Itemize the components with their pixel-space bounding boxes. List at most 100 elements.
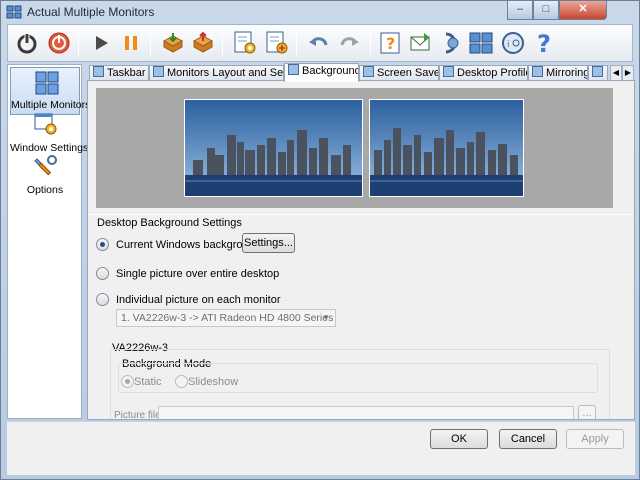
- sidebar-item-window-settings[interactable]: Window Settings: [10, 109, 88, 157]
- screen-saver-icon: [363, 66, 374, 77]
- app-icon: [6, 5, 22, 19]
- title-bar: Actual Multiple Monitors – □ ✕: [1, 1, 639, 23]
- monitor-select-value: 1. VA2226w-3 -> ATI Radeon HD 4800 Serie…: [121, 312, 334, 324]
- toolbar: ? i ?: [7, 24, 633, 62]
- toolbar-separator: [78, 29, 79, 57]
- help-button[interactable]: ?: [530, 27, 560, 59]
- power-icon: [17, 33, 37, 54]
- cancel-button[interactable]: Cancel: [499, 429, 557, 449]
- skyline-image-right: [370, 100, 523, 196]
- tab-label: Desktop Profiles: [457, 67, 527, 79]
- picture-file-label: Picture file:: [114, 410, 164, 420]
- import-button[interactable]: [158, 27, 188, 59]
- redo-icon: [340, 37, 359, 46]
- export-icon: [192, 31, 214, 53]
- tab-taskbar[interactable]: Taskbar: [89, 65, 149, 81]
- tab-label: Background: [302, 65, 359, 77]
- desktop-profiles-icon: [443, 66, 454, 77]
- help-question-button[interactable]: ?: [376, 27, 406, 59]
- layout-icon: [469, 32, 493, 54]
- radio-label-static: Static: [134, 376, 162, 388]
- background-panel: Desktop Background Settings Current Wind…: [87, 80, 635, 420]
- more-tab-icon: [592, 66, 603, 77]
- radio-label-slideshow: Slideshow: [188, 376, 239, 388]
- help-icon: ?: [537, 30, 551, 56]
- monitors-icon: [35, 71, 59, 95]
- monitor-1-preview[interactable]: [184, 99, 363, 197]
- monitor-select[interactable]: 1. VA2226w-3 -> ATI Radeon HD 4800 Serie…: [116, 309, 336, 327]
- radio-current-windows-background[interactable]: [96, 238, 109, 251]
- settings-button[interactable]: Settings...: [242, 233, 295, 253]
- tab-label: Monitors Layout and Settings: [167, 67, 284, 79]
- monitors-layout-icon: [153, 66, 164, 77]
- stop-icon: [48, 32, 70, 54]
- tab-scroll-right-icon[interactable]: ▶: [622, 65, 634, 81]
- toolbar-separator: [222, 29, 223, 57]
- redo-button[interactable]: [334, 27, 364, 59]
- maximize-button[interactable]: □: [533, 1, 559, 20]
- picture-file-input[interactable]: [158, 406, 574, 419]
- tab-background[interactable]: Background: [284, 63, 359, 82]
- pause-button[interactable]: [116, 27, 146, 59]
- tab-strip: Taskbar Monitors Layout and Settings Bac…: [87, 63, 635, 82]
- email-icon: [410, 33, 430, 51]
- tab-more[interactable]: [588, 65, 608, 81]
- toolbar-separator: [296, 29, 297, 57]
- tab-scroll-left-icon[interactable]: ◀: [610, 65, 622, 81]
- support-icon: [445, 32, 459, 54]
- svg-text:?: ?: [386, 34, 395, 53]
- stop-button[interactable]: [44, 27, 74, 59]
- radio-static[interactable]: [121, 375, 134, 388]
- email-button[interactable]: [406, 27, 436, 59]
- toolbar-separator: [150, 29, 151, 57]
- settings-load-button[interactable]: [262, 27, 292, 59]
- tab-label: Taskbar: [107, 67, 146, 79]
- dialog-button-bar: OK Cancel Apply: [7, 421, 635, 475]
- ok-button[interactable]: OK: [430, 429, 488, 449]
- tab-mirroring[interactable]: Mirroring: [528, 65, 588, 81]
- power-button[interactable]: [12, 27, 42, 59]
- play-button[interactable]: [86, 27, 116, 59]
- about-button[interactable]: i: [498, 27, 528, 59]
- sidebar: Multiple Monitors Window Settings Option…: [7, 64, 90, 419]
- tab-screen-saver[interactable]: Screen Saver: [359, 65, 439, 81]
- undo-button[interactable]: [304, 27, 334, 59]
- tab-label: Screen Saver: [377, 67, 439, 79]
- tab-desktop-profiles[interactable]: Desktop Profiles: [439, 65, 528, 81]
- layout-button[interactable]: [466, 27, 496, 59]
- minimize-button[interactable]: –: [507, 1, 533, 20]
- settings-save-button[interactable]: [230, 27, 260, 59]
- play-icon: [96, 36, 108, 50]
- undo-icon: [309, 37, 328, 46]
- sidebar-item-multiple-monitors[interactable]: Multiple Monitors: [10, 67, 90, 115]
- taskbar-icon: [93, 66, 104, 77]
- support-button[interactable]: [436, 27, 466, 59]
- chevron-down-icon: ▼: [322, 313, 330, 322]
- svg-text:i: i: [507, 40, 510, 50]
- close-button[interactable]: ✕: [559, 1, 607, 20]
- group-title-desktop-background: Desktop Background Settings: [97, 217, 242, 229]
- apply-button[interactable]: Apply: [566, 429, 624, 449]
- sidebar-item-options[interactable]: Options: [10, 151, 80, 199]
- mirroring-icon: [532, 66, 543, 77]
- radio-label-single-picture: Single picture over entire desktop: [116, 268, 280, 280]
- radio-label-individual-picture: Individual picture on each monitor: [116, 294, 281, 306]
- app-window: Actual Multiple Monitors – □ ✕ ? i ? Mul…: [0, 0, 640, 480]
- settings-load-icon: [266, 31, 288, 54]
- skyline-image-left: [185, 100, 362, 196]
- about-icon: i: [502, 32, 524, 54]
- radio-single-picture[interactable]: [96, 267, 109, 280]
- export-button[interactable]: [188, 27, 218, 59]
- svg-text:?: ?: [537, 30, 551, 56]
- toolbar-separator: [370, 29, 371, 57]
- radio-individual-picture[interactable]: [96, 293, 109, 306]
- window-settings-icon: [34, 113, 57, 135]
- pause-icon: [125, 36, 137, 50]
- browse-button[interactable]: ...: [578, 405, 596, 419]
- radio-slideshow[interactable]: [175, 375, 188, 388]
- help-question-icon: ?: [380, 32, 400, 54]
- radio-label-current-windows: Current Windows background: [116, 239, 261, 251]
- monitor-2-preview[interactable]: [369, 99, 524, 197]
- tab-monitors-layout[interactable]: Monitors Layout and Settings: [149, 65, 284, 81]
- divider: [88, 214, 634, 215]
